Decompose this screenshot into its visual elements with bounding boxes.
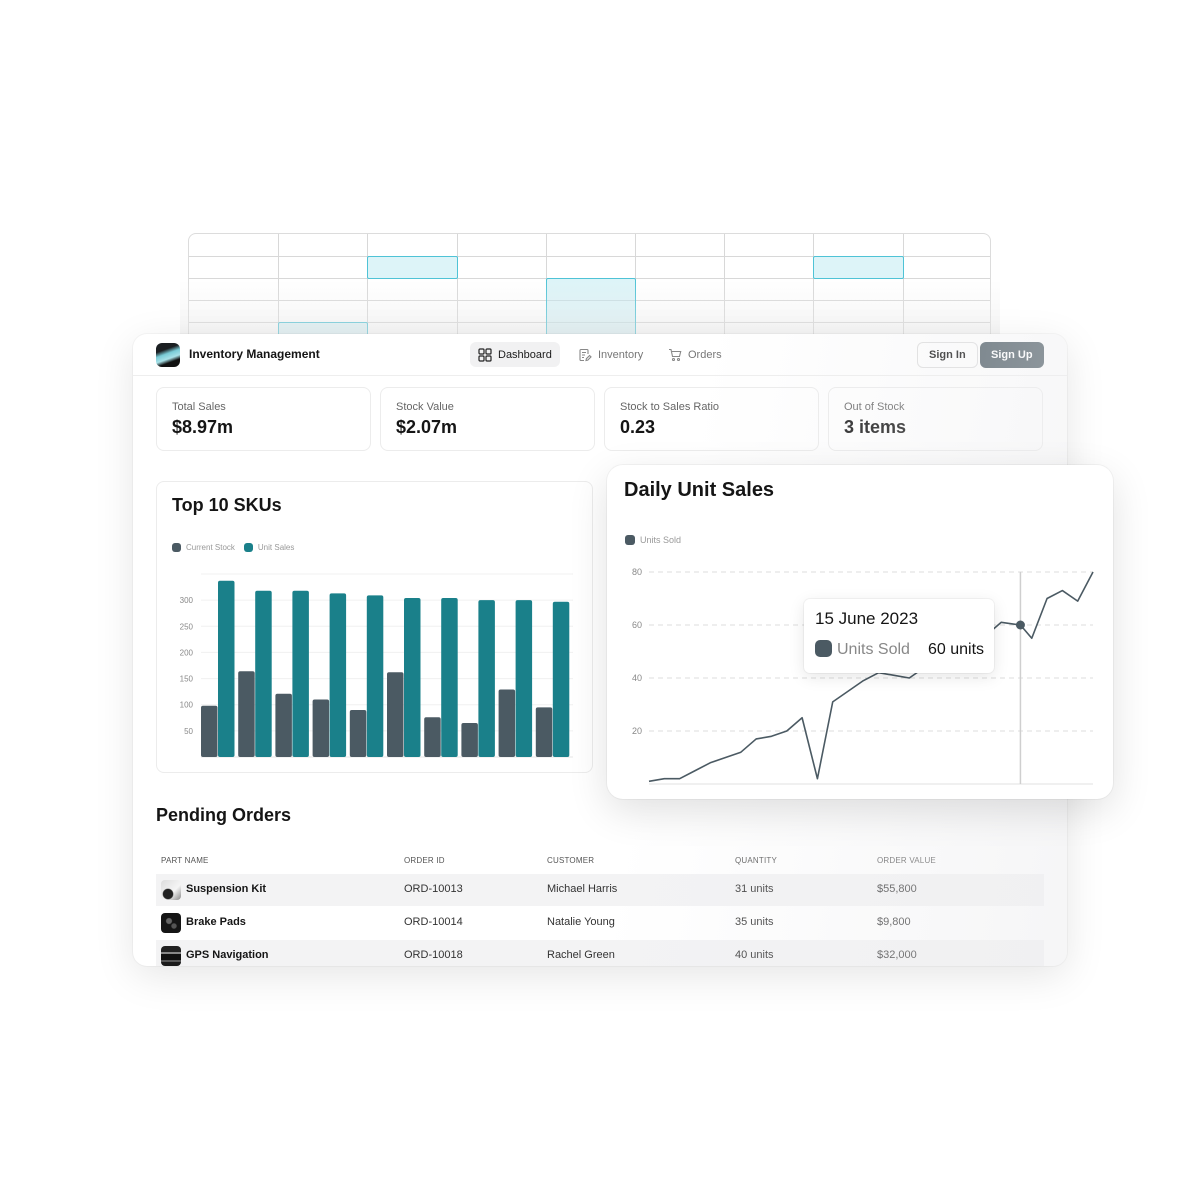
pending-orders-title: Pending Orders xyxy=(156,805,292,825)
column-header-order-id[interactable]: ORDER ID xyxy=(404,856,445,865)
grid-highlighted-cell xyxy=(367,256,458,279)
nav-dashboard-label: Dashboard xyxy=(498,348,552,361)
tooltip-series-swatch xyxy=(815,640,832,657)
bar-unit-sales[interactable] xyxy=(478,600,495,757)
kpi-label: Total Sales xyxy=(172,401,226,413)
part-name: Brake Pads xyxy=(186,916,246,928)
sign-up-button[interactable]: Sign Up xyxy=(980,342,1044,368)
customer: Michael Harris xyxy=(547,883,618,895)
part-name: GPS Navigation xyxy=(186,949,269,961)
column-header-customer[interactable]: CUSTOMER xyxy=(547,856,594,865)
bar-current-stock[interactable] xyxy=(498,689,516,757)
y-tick-label: 250 xyxy=(180,622,194,631)
bar-unit-sales[interactable] xyxy=(329,593,347,757)
kpi-card-total-sales: Total Sales $8.97m xyxy=(156,387,371,451)
column-header-quantity[interactable]: QUANTITY xyxy=(735,856,777,865)
part-thumbnail-image xyxy=(161,946,181,966)
top-navigation-bar: Inventory Management Dashboard Inventory… xyxy=(133,334,1067,376)
chart-tooltip: 15 June 2023 Units Sold 60 units xyxy=(804,599,994,673)
bar-unit-sales[interactable] xyxy=(292,590,309,757)
column-header-part-name[interactable]: PART NAME xyxy=(161,856,209,865)
customer: Natalie Young xyxy=(547,916,615,928)
nav-dashboard[interactable]: Dashboard xyxy=(470,342,560,367)
customer: Rachel Green xyxy=(547,949,615,961)
bar-current-stock[interactable] xyxy=(312,699,330,757)
table-row[interactable]: Brake Pads ORD-10014 Natalie Young 35 un… xyxy=(156,907,1044,939)
order-value: $9,800 xyxy=(877,916,911,928)
order-value: $55,800 xyxy=(877,883,917,895)
bar-current-stock[interactable] xyxy=(387,672,404,757)
quantity: 40 units xyxy=(735,949,774,961)
kpi-card-stock-value: Stock Value $2.07m xyxy=(380,387,595,451)
kpi-label: Stock Value xyxy=(396,401,454,413)
y-tick-label: 200 xyxy=(180,648,194,657)
y-tick-label: 40 xyxy=(632,673,642,683)
sign-in-button[interactable]: Sign In xyxy=(917,342,978,368)
bar-unit-sales[interactable] xyxy=(218,580,235,757)
kpi-value: 0.23 xyxy=(620,417,656,437)
bar-current-stock[interactable] xyxy=(461,723,478,757)
quantity: 35 units xyxy=(735,916,774,928)
kpi-card-out-of-stock: Out of Stock 3 items xyxy=(828,387,1043,451)
background-spreadsheet-grid xyxy=(188,233,991,343)
daily-unit-sales-card: Daily Unit Sales Units Sold 20 40 60 80 15 … xyxy=(607,465,1113,799)
tooltip-series-name: Units Sold xyxy=(837,641,910,658)
nav-inventory[interactable]: Inventory xyxy=(570,342,651,367)
app-title: Inventory Management xyxy=(189,347,320,361)
y-tick-label: 300 xyxy=(180,596,194,605)
part-thumbnail-image xyxy=(161,913,181,933)
bar-unit-sales[interactable] xyxy=(255,590,272,757)
y-tick-label: 60 xyxy=(632,620,642,630)
y-tick-label: 50 xyxy=(184,727,193,736)
column-header-order-value[interactable]: ORDER VALUE xyxy=(877,856,936,865)
order-id: ORD-10018 xyxy=(404,949,463,961)
grid-column-line xyxy=(456,234,458,343)
tooltip-value: 60 units xyxy=(928,641,985,658)
kpi-card-stock-to-sales-ratio: Stock to Sales Ratio 0.23 xyxy=(604,387,819,451)
top-skus-card: Top 10 SKUs Current Stock Unit Sales 50 1… xyxy=(156,481,593,773)
grid-icon xyxy=(478,347,492,362)
y-tick-label: 20 xyxy=(632,726,642,736)
nav-inventory-label: Inventory xyxy=(598,348,644,361)
kpi-label: Stock to Sales Ratio xyxy=(620,401,720,413)
order-id: ORD-10013 xyxy=(404,883,463,895)
cart-icon xyxy=(669,348,682,361)
order-value: $32,000 xyxy=(877,949,917,961)
nav-orders[interactable]: Orders xyxy=(660,342,730,367)
quantity: 31 units xyxy=(735,883,774,895)
kpi-value: 3 items xyxy=(844,417,907,437)
grid-column-line xyxy=(724,234,726,343)
bar-current-stock[interactable] xyxy=(349,709,367,757)
grid-column-line xyxy=(902,234,904,343)
top-skus-bar-chart: 50 100 150 200 250 300 xyxy=(180,573,573,758)
clipboard-edit-icon xyxy=(579,348,592,361)
bar-unit-sales[interactable] xyxy=(515,600,533,757)
bar-current-stock[interactable] xyxy=(238,671,255,757)
y-tick-label: 80 xyxy=(632,567,642,577)
table-row[interactable]: GPS Navigation ORD-10018 Rachel Green 40… xyxy=(156,940,1044,966)
bar-unit-sales[interactable] xyxy=(441,598,458,757)
highlighted-data-point[interactable] xyxy=(1015,620,1025,630)
grid-highlighted-cell xyxy=(813,256,904,279)
order-id: ORD-10014 xyxy=(404,916,463,928)
bar-current-stock[interactable] xyxy=(201,705,218,757)
bar-current-stock[interactable] xyxy=(424,717,441,757)
kpi-value: $8.97m xyxy=(172,417,234,437)
bar-current-stock[interactable] xyxy=(535,707,553,757)
bar-unit-sales[interactable] xyxy=(404,598,421,757)
grid-column-line xyxy=(813,234,815,343)
bar-unit-sales[interactable] xyxy=(366,595,384,757)
bar-unit-sales[interactable] xyxy=(552,601,570,757)
kpi-label: Out of Stock xyxy=(844,401,905,413)
app-logo-icon[interactable] xyxy=(156,343,180,367)
tooltip-date: 15 June 2023 xyxy=(815,609,919,628)
table-row[interactable]: Suspension Kit ORD-10013 Michael Harris … xyxy=(156,874,1044,906)
kpi-value: $2.07m xyxy=(396,417,458,437)
y-tick-label: 100 xyxy=(180,701,194,710)
part-thumbnail-image xyxy=(161,880,181,900)
nav-orders-label: Orders xyxy=(688,348,722,361)
y-tick-label: 150 xyxy=(180,675,194,684)
part-name: Suspension Kit xyxy=(186,883,267,895)
bar-current-stock[interactable] xyxy=(275,693,292,757)
